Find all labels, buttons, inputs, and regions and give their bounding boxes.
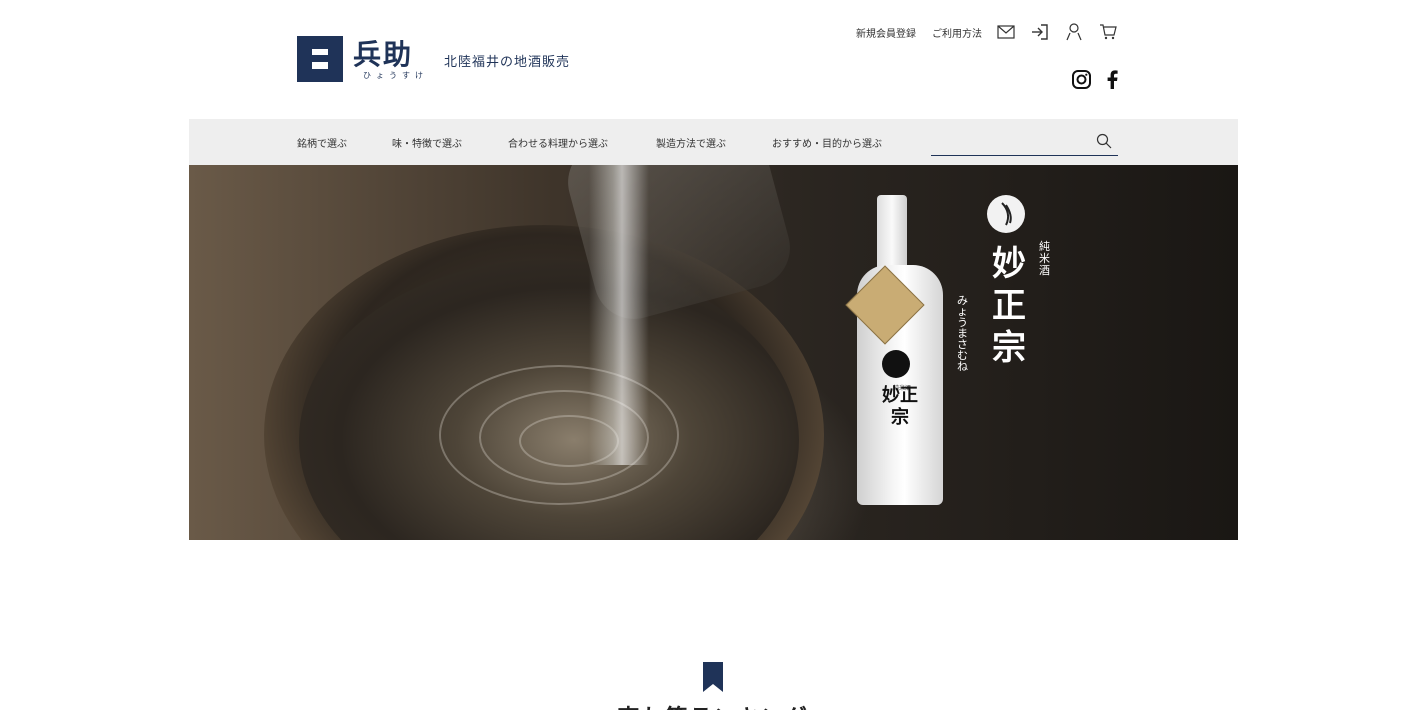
search-box — [931, 129, 1118, 156]
cart-icon[interactable] — [1098, 22, 1118, 42]
bookmark-icon — [703, 662, 723, 692]
nav-item-brewing-method[interactable]: 製造方法で選ぶ — [656, 135, 726, 150]
utility-links: 新規会員登録 ご利用方法 — [840, 22, 1118, 42]
login-icon[interactable] — [1030, 22, 1050, 42]
hero-banner[interactable]: 純米酒 妙正宗 妙正宗 純米酒 みょうまさむね — [189, 165, 1238, 540]
logo-name: 兵助 — [353, 38, 414, 71]
category-nav: 銘柄で選ぶ 味・特徴で選ぶ 合わせる料理から選ぶ 製造方法で選ぶ おすすめ・目的… — [189, 119, 1238, 165]
pouring-stream — [589, 165, 649, 465]
bottle-brand-label: 妙正宗 — [882, 385, 918, 428]
site-logo[interactable]: 兵助 ひょうすけ — [297, 36, 428, 82]
site-header: 兵助 ひょうすけ 北陸福井の地酒販売 新規会員登録 ご利用方法 — [0, 0, 1426, 119]
social-links — [1072, 70, 1118, 93]
hero-product-name: 妙正宗 — [992, 244, 1026, 368]
ranking-section-title: 売れ筋ランキング — [0, 700, 1426, 710]
nav-item-food-pairing[interactable]: 合わせる料理から選ぶ — [508, 135, 608, 150]
facebook-icon[interactable] — [1107, 70, 1118, 93]
register-link[interactable]: 新規会員登録 — [856, 25, 916, 40]
bottle-emblem-icon — [882, 350, 910, 378]
how-to-use-link[interactable]: ご利用方法 — [932, 25, 982, 40]
search-icon[interactable] — [1096, 133, 1112, 153]
nav-item-brand[interactable]: 銘柄で選ぶ — [297, 135, 347, 150]
account-icon[interactable] — [1064, 22, 1084, 42]
brand-emblem-icon — [987, 195, 1025, 233]
search-input[interactable] — [931, 129, 1091, 153]
logo-mark-icon — [297, 36, 343, 82]
sake-bottle-image: 純米酒 妙正宗 — [845, 195, 947, 505]
logo-kana: ひょうすけ — [363, 71, 428, 80]
nav-item-recommended[interactable]: おすすめ・目的から選ぶ — [772, 135, 882, 150]
hero-brand-mark: 妙正宗 純米酒 みょうまさむね — [957, 195, 1069, 372]
instagram-icon[interactable] — [1072, 70, 1091, 93]
mail-icon[interactable] — [996, 22, 1016, 42]
nav-item-taste[interactable]: 味・特徴で選ぶ — [392, 135, 462, 150]
hero-product-kana: みょうまさむね — [957, 294, 968, 373]
site-tagline: 北陸福井の地酒販売 — [444, 55, 571, 70]
hero-product-type: 純米酒 — [1039, 240, 1050, 277]
